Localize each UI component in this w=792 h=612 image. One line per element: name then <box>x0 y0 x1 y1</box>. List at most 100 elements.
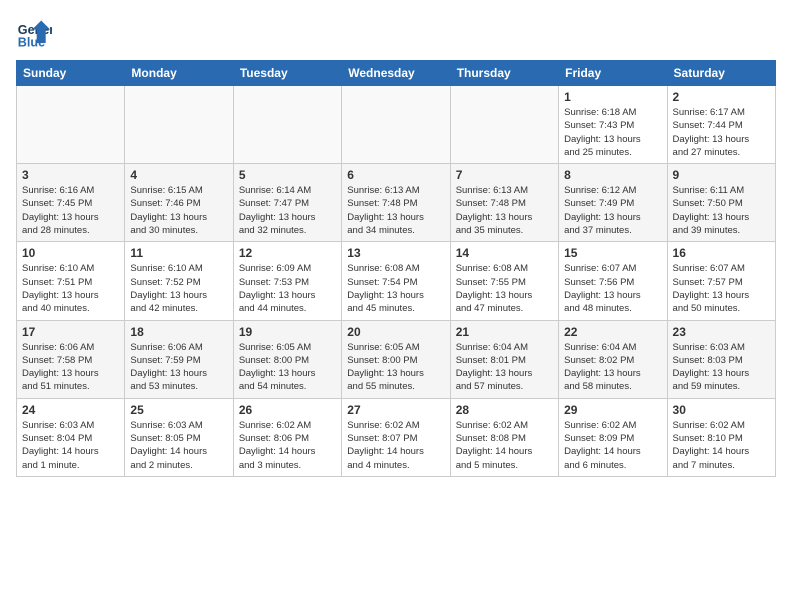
weekday-header: Friday <box>559 61 667 86</box>
cell-info: Sunrise: 6:18 AM Sunset: 7:43 PM Dayligh… <box>564 106 661 159</box>
logo: General Blue <box>16 16 58 52</box>
cell-info: Sunrise: 6:13 AM Sunset: 7:48 PM Dayligh… <box>347 184 444 237</box>
cell-info: Sunrise: 6:07 AM Sunset: 7:57 PM Dayligh… <box>673 262 770 315</box>
calendar-cell: 5 Sunrise: 6:14 AM Sunset: 7:47 PM Daylig… <box>233 164 341 242</box>
day-number: 13 <box>347 246 444 260</box>
cell-info: Sunrise: 6:15 AM Sunset: 7:46 PM Dayligh… <box>130 184 227 237</box>
calendar-cell: 15 Sunrise: 6:07 AM Sunset: 7:56 PM Dayli… <box>559 242 667 320</box>
day-number: 14 <box>456 246 553 260</box>
day-number: 16 <box>673 246 770 260</box>
week-row: 1 Sunrise: 6:18 AM Sunset: 7:43 PM Daylig… <box>17 86 776 164</box>
day-number: 24 <box>22 403 119 417</box>
weekday-header: Tuesday <box>233 61 341 86</box>
cell-info: Sunrise: 6:02 AM Sunset: 8:09 PM Dayligh… <box>564 419 661 472</box>
cell-info: Sunrise: 6:13 AM Sunset: 7:48 PM Dayligh… <box>456 184 553 237</box>
calendar-cell: 12Sunrise: 6:09 AM Sunset: 7:53 PM Dayli… <box>233 242 341 320</box>
calendar-cell: 8Sunrise: 6:12 AM Sunset: 7:49 PM Daylig… <box>559 164 667 242</box>
cell-info: Sunrise: 6:16 AM Sunset: 7:45 PM Dayligh… <box>22 184 119 237</box>
calendar-cell: 1 Sunrise: 6:18 AM Sunset: 7:43 PM Daylig… <box>559 86 667 164</box>
cell-info: Sunrise: 6:03 AM Sunset: 8:05 PM Dayligh… <box>130 419 227 472</box>
calendar-cell: 29Sunrise: 6:02 AM Sunset: 8:09 PM Dayli… <box>559 398 667 476</box>
page-header: General Blue <box>16 16 776 52</box>
day-number: 28 <box>456 403 553 417</box>
day-number: 4 <box>130 168 227 182</box>
cell-info: Sunrise: 6:17 AM Sunset: 7:44 PM Dayligh… <box>673 106 770 159</box>
cell-info: Sunrise: 6:11 AM Sunset: 7:50 PM Dayligh… <box>673 184 770 237</box>
day-number: 9 <box>673 168 770 182</box>
calendar-cell: 10 Sunrise: 6:10 AM Sunset: 7:51 PM Dayli… <box>17 242 125 320</box>
cell-info: Sunrise: 6:14 AM Sunset: 7:47 PM Dayligh… <box>239 184 336 237</box>
calendar-cell: 18 Sunrise: 6:06 AM Sunset: 7:59 PM Dayli… <box>125 320 233 398</box>
cell-info: Sunrise: 6:10 AM Sunset: 7:51 PM Dayligh… <box>22 262 119 315</box>
calendar-cell: 3 Sunrise: 6:16 AM Sunset: 7:45 PM Daylig… <box>17 164 125 242</box>
day-number: 20 <box>347 325 444 339</box>
cell-info: Sunrise: 6:08 AM Sunset: 7:54 PM Dayligh… <box>347 262 444 315</box>
calendar-cell <box>342 86 450 164</box>
day-number: 26 <box>239 403 336 417</box>
calendar-cell <box>233 86 341 164</box>
calendar-cell <box>450 86 558 164</box>
calendar-cell <box>17 86 125 164</box>
day-number: 1 <box>564 90 661 104</box>
calendar-cell: 7 Sunrise: 6:13 AM Sunset: 7:48 PM Daylig… <box>450 164 558 242</box>
week-row: 10 Sunrise: 6:10 AM Sunset: 7:51 PM Dayli… <box>17 242 776 320</box>
calendar-cell: 24 Sunrise: 6:03 AM Sunset: 8:04 PM Dayli… <box>17 398 125 476</box>
calendar-cell: 14 Sunrise: 6:08 AM Sunset: 7:55 PM Dayli… <box>450 242 558 320</box>
weekday-header: Monday <box>125 61 233 86</box>
cell-info: Sunrise: 6:05 AM Sunset: 8:00 PM Dayligh… <box>239 341 336 394</box>
calendar-cell: 6Sunrise: 6:13 AM Sunset: 7:48 PM Daylig… <box>342 164 450 242</box>
calendar-cell: 16 Sunrise: 6:07 AM Sunset: 7:57 PM Dayli… <box>667 242 775 320</box>
calendar-header-row: SundayMondayTuesdayWednesdayThursdayFrid… <box>17 61 776 86</box>
calendar-cell: 30Sunrise: 6:02 AM Sunset: 8:10 PM Dayli… <box>667 398 775 476</box>
day-number: 21 <box>456 325 553 339</box>
calendar-cell: 20 Sunrise: 6:05 AM Sunset: 8:00 PM Dayli… <box>342 320 450 398</box>
cell-info: Sunrise: 6:02 AM Sunset: 8:08 PM Dayligh… <box>456 419 553 472</box>
day-number: 18 <box>130 325 227 339</box>
day-number: 7 <box>456 168 553 182</box>
day-number: 3 <box>22 168 119 182</box>
cell-info: Sunrise: 6:03 AM Sunset: 8:04 PM Dayligh… <box>22 419 119 472</box>
calendar-cell: 4 Sunrise: 6:15 AM Sunset: 7:46 PM Daylig… <box>125 164 233 242</box>
cell-info: Sunrise: 6:08 AM Sunset: 7:55 PM Dayligh… <box>456 262 553 315</box>
logo-icon: General Blue <box>16 16 52 52</box>
day-number: 15 <box>564 246 661 260</box>
cell-info: Sunrise: 6:12 AM Sunset: 7:49 PM Dayligh… <box>564 184 661 237</box>
day-number: 2 <box>673 90 770 104</box>
calendar-cell: 9 Sunrise: 6:11 AM Sunset: 7:50 PM Daylig… <box>667 164 775 242</box>
calendar-cell: 19 Sunrise: 6:05 AM Sunset: 8:00 PM Dayli… <box>233 320 341 398</box>
calendar-cell: 25 Sunrise: 6:03 AM Sunset: 8:05 PM Dayli… <box>125 398 233 476</box>
day-number: 19 <box>239 325 336 339</box>
calendar-cell: 23 Sunrise: 6:03 AM Sunset: 8:03 PM Dayli… <box>667 320 775 398</box>
weekday-header: Thursday <box>450 61 558 86</box>
weekday-header: Sunday <box>17 61 125 86</box>
cell-info: Sunrise: 6:04 AM Sunset: 8:02 PM Dayligh… <box>564 341 661 394</box>
cell-info: Sunrise: 6:05 AM Sunset: 8:00 PM Dayligh… <box>347 341 444 394</box>
calendar-cell: 22 Sunrise: 6:04 AM Sunset: 8:02 PM Dayli… <box>559 320 667 398</box>
cell-info: Sunrise: 6:07 AM Sunset: 7:56 PM Dayligh… <box>564 262 661 315</box>
week-row: 17Sunrise: 6:06 AM Sunset: 7:58 PM Dayli… <box>17 320 776 398</box>
cell-info: Sunrise: 6:06 AM Sunset: 7:59 PM Dayligh… <box>130 341 227 394</box>
calendar-table: SundayMondayTuesdayWednesdayThursdayFrid… <box>16 60 776 477</box>
calendar-cell: 2 Sunrise: 6:17 AM Sunset: 7:44 PM Daylig… <box>667 86 775 164</box>
day-number: 22 <box>564 325 661 339</box>
calendar-cell: 21Sunrise: 6:04 AM Sunset: 8:01 PM Dayli… <box>450 320 558 398</box>
weekday-header: Wednesday <box>342 61 450 86</box>
calendar-cell: 11Sunrise: 6:10 AM Sunset: 7:52 PM Dayli… <box>125 242 233 320</box>
week-row: 24 Sunrise: 6:03 AM Sunset: 8:04 PM Dayli… <box>17 398 776 476</box>
day-number: 25 <box>130 403 227 417</box>
calendar-cell: 26 Sunrise: 6:02 AM Sunset: 8:06 PM Dayli… <box>233 398 341 476</box>
cell-info: Sunrise: 6:02 AM Sunset: 8:10 PM Dayligh… <box>673 419 770 472</box>
calendar-cell: 28 Sunrise: 6:02 AM Sunset: 8:08 PM Dayli… <box>450 398 558 476</box>
day-number: 12 <box>239 246 336 260</box>
week-row: 3 Sunrise: 6:16 AM Sunset: 7:45 PM Daylig… <box>17 164 776 242</box>
calendar-cell <box>125 86 233 164</box>
cell-info: Sunrise: 6:03 AM Sunset: 8:03 PM Dayligh… <box>673 341 770 394</box>
day-number: 27 <box>347 403 444 417</box>
calendar-cell: 13 Sunrise: 6:08 AM Sunset: 7:54 PM Dayli… <box>342 242 450 320</box>
day-number: 23 <box>673 325 770 339</box>
cell-info: Sunrise: 6:10 AM Sunset: 7:52 PM Dayligh… <box>130 262 227 315</box>
cell-info: Sunrise: 6:06 AM Sunset: 7:58 PM Dayligh… <box>22 341 119 394</box>
day-number: 5 <box>239 168 336 182</box>
day-number: 10 <box>22 246 119 260</box>
cell-info: Sunrise: 6:02 AM Sunset: 8:06 PM Dayligh… <box>239 419 336 472</box>
